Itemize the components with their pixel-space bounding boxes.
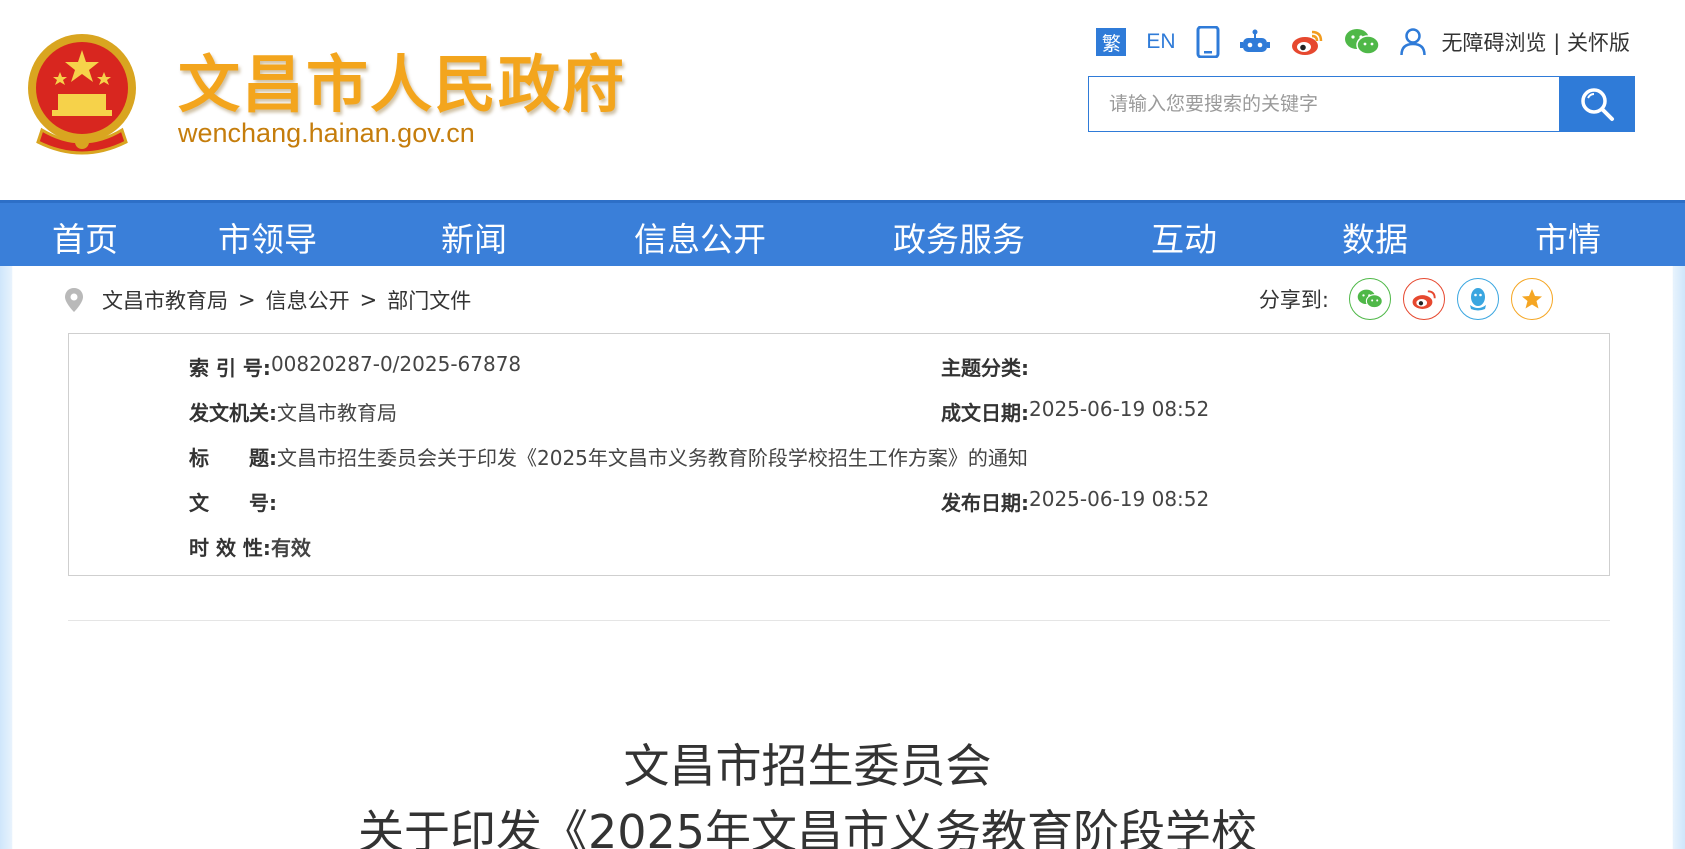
meta-value: 2025-06-19 08:52 bbox=[1029, 397, 1210, 421]
emblem-icon bbox=[28, 34, 136, 155]
share-weibo-icon bbox=[1412, 290, 1436, 309]
nav-info-disclosure[interactable]: 信息公开 bbox=[634, 213, 766, 261]
document-metadata: 索 引 号: 00820287-0/2025-67878 主题分类: 发文机关:… bbox=[68, 333, 1610, 576]
meta-value: 有效 bbox=[270, 536, 311, 560]
meta-written-date: 成文日期: 2025-06-19 08:52 bbox=[941, 397, 1209, 426]
share-weibo-button[interactable] bbox=[1403, 278, 1445, 320]
meta-key: 主题分类: bbox=[941, 356, 1029, 380]
breadcrumb-item-info-disclosure[interactable]: 信息公开 bbox=[266, 285, 350, 315]
wechat-icon bbox=[1344, 29, 1380, 55]
mobile-button[interactable] bbox=[1196, 25, 1220, 59]
meta-value: 文昌市招生委员会关于印发《2025年文昌市义务教育阶段学校招生工作方案》的通知 bbox=[277, 446, 1028, 470]
nav-city-info[interactable]: 市情 bbox=[1535, 213, 1601, 261]
share-label: 分享到: bbox=[1258, 288, 1329, 312]
english-button[interactable]: EN bbox=[1146, 25, 1175, 59]
breadcrumb: 文昌市教育局 > 信息公开 > 部门文件 bbox=[64, 282, 471, 318]
search-input[interactable] bbox=[1089, 77, 1559, 131]
weibo-button[interactable] bbox=[1290, 25, 1324, 59]
nav-data[interactable]: 数据 bbox=[1342, 213, 1408, 261]
meta-key: 发文机关: bbox=[189, 401, 277, 425]
content-divider bbox=[68, 620, 1610, 621]
robot-button[interactable] bbox=[1239, 25, 1270, 59]
main-nav: 首页 市领导 新闻 信息公开 政务服务 互动 数据 市情 bbox=[0, 200, 1685, 266]
search-button[interactable] bbox=[1559, 77, 1634, 131]
meta-key: 成文日期: bbox=[941, 401, 1029, 425]
site-header: 文昌市人民政府 wenchang.hainan.gov.cn 繁 EN 无障碍浏… bbox=[0, 0, 1685, 200]
meta-key: 时 效 性: bbox=[189, 536, 271, 560]
nav-gov-services[interactable]: 政务服务 bbox=[893, 213, 1025, 261]
search-box bbox=[1088, 76, 1635, 132]
site-domain[interactable]: wenchang.hainan.gov.cn bbox=[178, 118, 475, 149]
breadcrumb-item-education-bureau[interactable]: 文昌市教育局 bbox=[102, 285, 228, 315]
share-qq-button[interactable] bbox=[1457, 278, 1499, 320]
mobile-icon bbox=[1196, 26, 1220, 58]
traditional-chinese-button[interactable]: 繁 bbox=[1096, 28, 1127, 56]
top-toolbar: 繁 EN 无障碍浏览 | 关怀版 bbox=[1096, 22, 1630, 62]
user-icon bbox=[1399, 28, 1426, 56]
meta-key: 发布日期: bbox=[941, 491, 1029, 515]
breadcrumb-separator: > bbox=[238, 288, 256, 312]
weibo-icon bbox=[1291, 30, 1322, 55]
user-button[interactable] bbox=[1399, 25, 1426, 59]
meta-value: 00820287-0/2025-67878 bbox=[270, 352, 522, 376]
meta-index-number: 索 引 号: 00820287-0/2025-67878 bbox=[189, 352, 521, 381]
accessibility-link[interactable]: 无障碍浏览 bbox=[1442, 31, 1547, 55]
wechat-button[interactable] bbox=[1344, 25, 1380, 59]
share-qq-icon bbox=[1470, 288, 1486, 311]
meta-issuer: 发文机关: 文昌市教育局 bbox=[189, 397, 397, 426]
access-links: 无障碍浏览 | 关怀版 bbox=[1442, 27, 1630, 57]
meta-title: 标 题: 文昌市招生委员会关于印发《2025年文昌市义务教育阶段学校招生工作方案… bbox=[189, 442, 1028, 471]
breadcrumb-separator: > bbox=[359, 288, 378, 312]
care-version-link[interactable]: 关怀版 bbox=[1567, 31, 1630, 55]
meta-value: 2025-06-19 08:52 bbox=[1029, 487, 1210, 511]
share-bar: 分享到: bbox=[1259, 278, 1553, 320]
meta-publish-date: 发布日期: 2025-06-19 08:52 bbox=[941, 487, 1209, 516]
nav-news[interactable]: 新闻 bbox=[441, 213, 507, 261]
meta-validity: 时 效 性: 有效 bbox=[189, 532, 311, 561]
location-icon bbox=[65, 288, 83, 312]
share-wechat-icon bbox=[1357, 289, 1383, 309]
meta-doc-number: 文 号: bbox=[189, 487, 277, 516]
meta-key: 文 号: bbox=[189, 491, 277, 515]
meta-value: 文昌市教育局 bbox=[277, 401, 397, 425]
nav-home[interactable]: 首页 bbox=[52, 213, 118, 261]
share-favorite-button[interactable] bbox=[1511, 278, 1553, 320]
share-wechat-button[interactable] bbox=[1349, 278, 1391, 320]
meta-topic: 主题分类: bbox=[941, 352, 1029, 381]
meta-key: 标 题: bbox=[189, 446, 277, 470]
search-icon bbox=[1580, 88, 1614, 121]
nav-leaders[interactable]: 市领导 bbox=[218, 213, 317, 261]
document-title-line-1: 文昌市招生委员会 bbox=[623, 739, 992, 793]
share-favorite-icon bbox=[1522, 289, 1542, 309]
link-separator: | bbox=[1553, 31, 1561, 55]
nav-interaction[interactable]: 互动 bbox=[1151, 213, 1217, 261]
meta-key: 索 引 号: bbox=[189, 356, 271, 380]
breadcrumb-item-dept-docs[interactable]: 部门文件 bbox=[387, 285, 471, 315]
site-title[interactable]: 文昌市人民政府 bbox=[178, 34, 626, 124]
robot-icon bbox=[1239, 29, 1270, 52]
document-title-line-2: 关于印发《2025年文昌市义务教育阶段学校 bbox=[357, 805, 1258, 849]
